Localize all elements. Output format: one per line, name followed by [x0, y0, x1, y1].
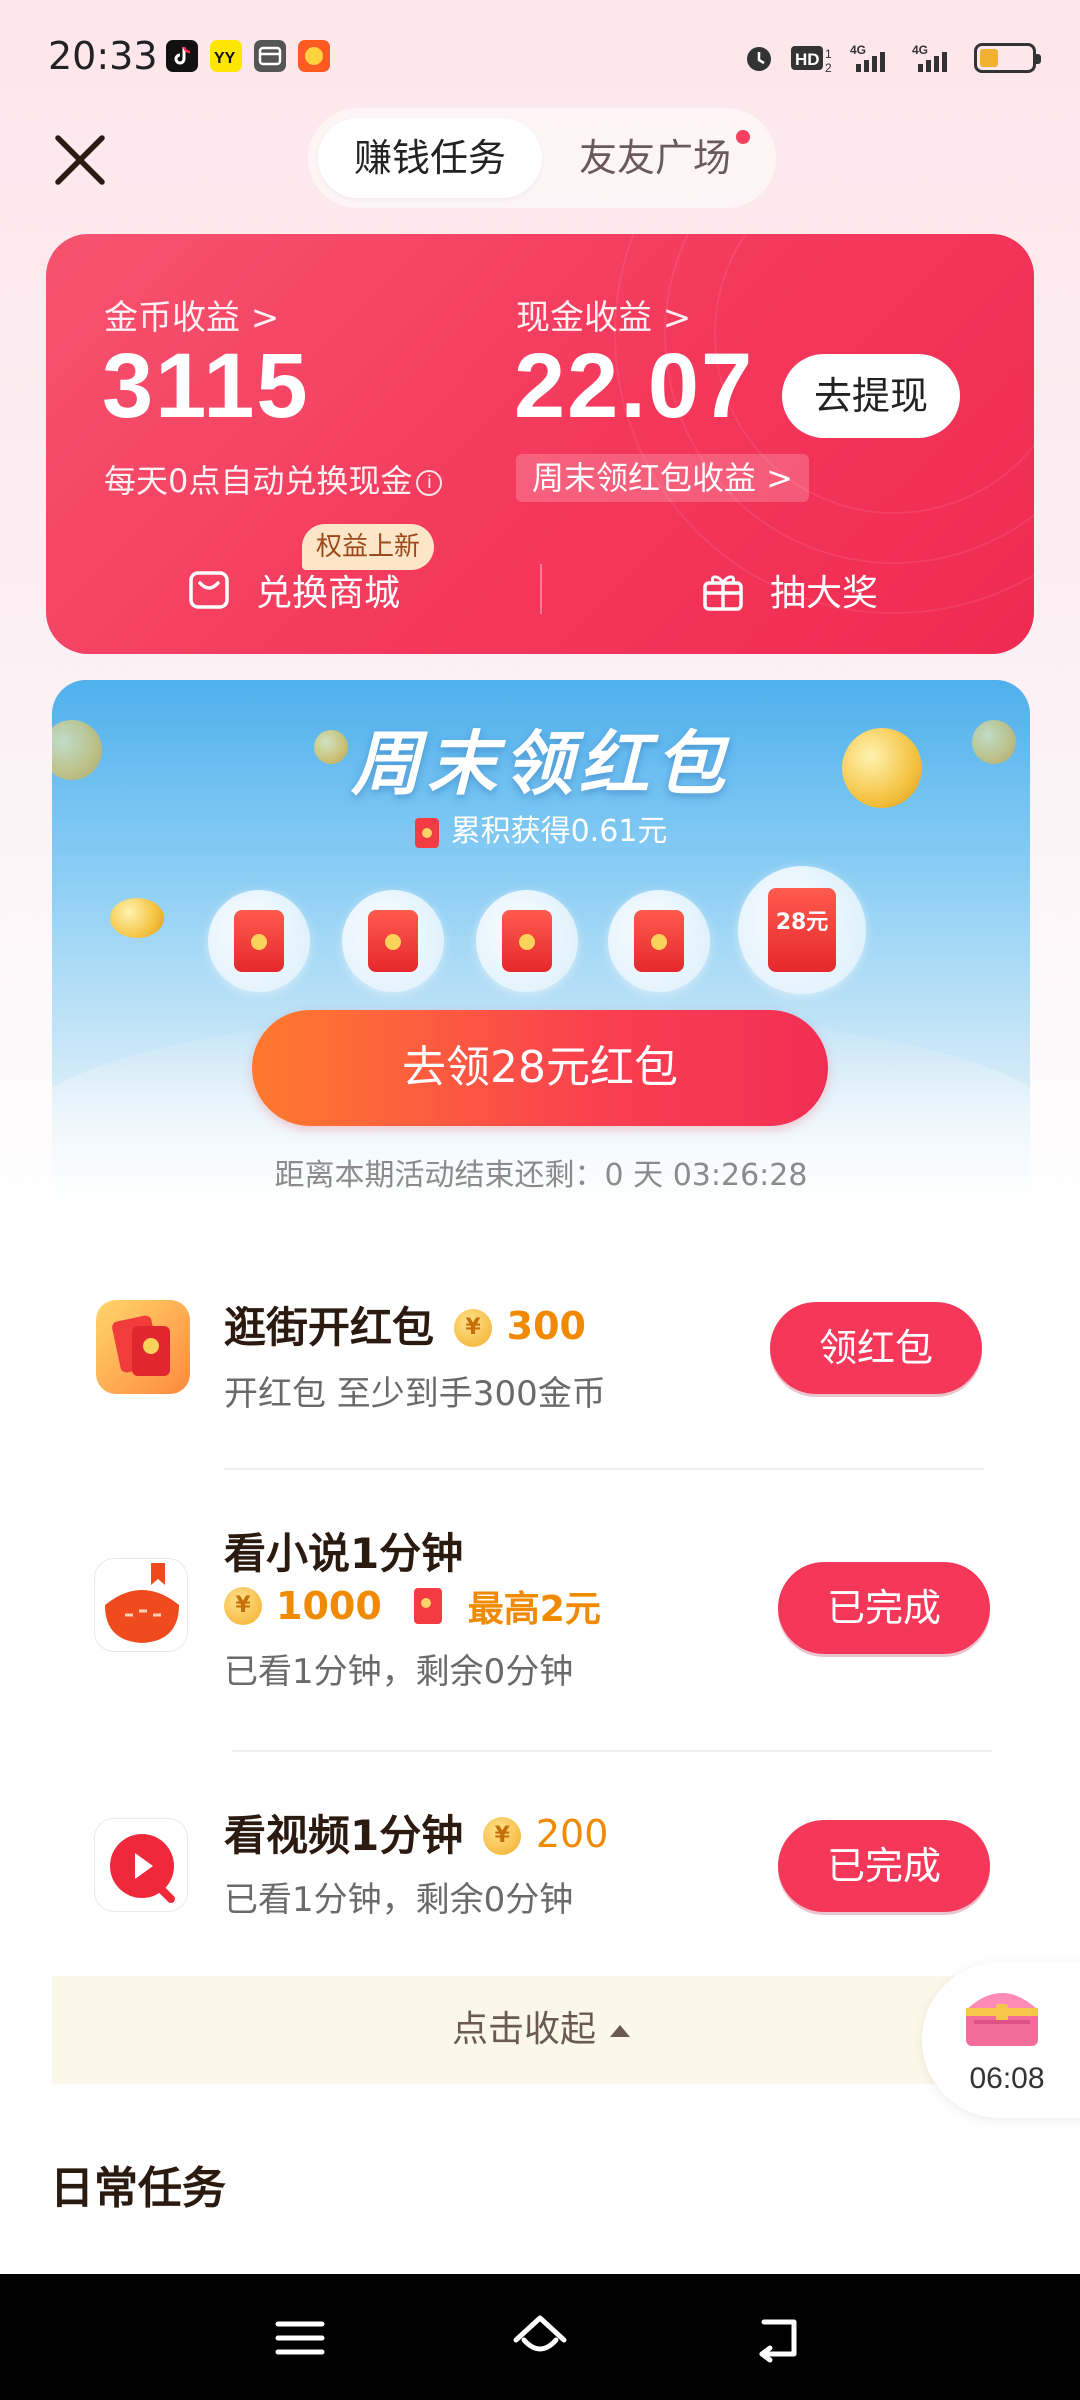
- cash-earnings-label[interactable]: 现金收益 >: [516, 290, 691, 339]
- task-desc: 开红包 至少到手300金币: [224, 1374, 606, 1414]
- coin-reward: 300: [506, 1304, 586, 1348]
- svg-text:4G: 4G: [912, 43, 928, 57]
- novel-app-icon: [94, 1558, 188, 1652]
- withdraw-button[interactable]: 去提现: [782, 354, 960, 438]
- info-icon[interactable]: i: [416, 470, 443, 496]
- coin-reward: 1000: [276, 1584, 382, 1628]
- task-title: 看小说1分钟: [224, 1529, 464, 1578]
- battery-icon: [974, 43, 1041, 73]
- status-right-icons: HD 1 2 4G 4G: [742, 40, 1041, 76]
- task-item-shopping: 逛街开红包 ¥ 300 开红包 至少到手300金币 领红包: [52, 1290, 1030, 1470]
- exchange-mall-label: 兑换商城: [256, 573, 401, 614]
- lottery-button[interactable]: 抽大奖: [700, 564, 878, 616]
- tab-friends-square[interactable]: 友友广场: [544, 118, 766, 198]
- gift-icon: [703, 575, 743, 611]
- red-packet-task-icon: [96, 1300, 190, 1394]
- coin-decoration: [110, 898, 164, 938]
- task-reward: ¥ 200: [483, 1808, 608, 1857]
- red-packet-icon: [413, 1588, 442, 1624]
- treasure-chest-widget[interactable]: 06:08: [922, 1962, 1080, 2118]
- svg-text:HD: HD: [795, 50, 820, 69]
- shop-row: 兑换商城 抽大奖: [46, 534, 1034, 644]
- task-item-video: 看视频1分钟 ¥ 200 已看1分钟，剩余0分钟 已完成: [52, 1798, 1030, 1958]
- status-time: 20:33: [48, 34, 158, 78]
- weekend-earnings-tag[interactable]: 周末领红包收益 >: [516, 454, 809, 502]
- cash-reward: 最高2元: [467, 1589, 601, 1630]
- accumulated-text: 累积获得0.61元: [450, 814, 668, 849]
- banner-title: 周末领红包: [351, 723, 731, 805]
- notification-dot: [736, 130, 750, 144]
- daily-tasks-title: 日常任务: [50, 2163, 226, 2214]
- coin-icon: ¥: [224, 1587, 262, 1625]
- task-reward: ¥ 300: [454, 1300, 586, 1349]
- header-tabs: 赚钱任务 友友广场: [308, 108, 776, 208]
- accumulated-amount: 累积获得0.61元: [52, 806, 1030, 850]
- svg-text:1: 1: [825, 47, 832, 61]
- yy-icon: YY: [210, 40, 242, 72]
- weekend-red-packet-banner[interactable]: 周末领红包 累积获得0.61元 28元 去领28元红包 距离本期活动结束还剩：0…: [52, 680, 1030, 1222]
- menu-icon[interactable]: [270, 2308, 330, 2368]
- red-packet-day: [476, 890, 578, 992]
- task-title-text: 看视频1分钟: [224, 1811, 464, 1860]
- home-icon[interactable]: [510, 2308, 570, 2368]
- divider: [540, 564, 542, 614]
- claim-red-packet-button[interactable]: 去领28元红包: [252, 1010, 828, 1126]
- task-item-novel: 看小说1分钟 ¥ 1000 最高2元 已看1分钟，剩余0分钟 已完成: [52, 1518, 1030, 1718]
- system-nav-bar: [0, 2274, 1080, 2400]
- alarm-icon: [747, 47, 771, 71]
- auto-exchange-text: 每天0点自动兑换现金: [104, 462, 413, 500]
- red-packet-icon: [414, 817, 439, 848]
- back-icon[interactable]: [750, 2308, 810, 2368]
- task-title-text: 逛街开红包: [224, 1303, 435, 1352]
- completed-button[interactable]: 已完成: [778, 1562, 990, 1654]
- svg-text:2: 2: [825, 61, 832, 74]
- separator: [224, 1468, 984, 1470]
- chest-countdown: 06:08: [969, 2062, 1045, 2095]
- caret-up-icon: [610, 2025, 630, 2037]
- red-packet-day: [608, 890, 710, 992]
- shopping-bag-icon: [189, 571, 229, 609]
- earnings-card: 金币收益 > 3115 每天0点自动兑换现金 i 现金收益 > 22.07 去提现…: [46, 234, 1034, 654]
- exchange-mall-button[interactable]: 兑换商城: [186, 564, 400, 616]
- coin-icon: ¥: [483, 1816, 522, 1855]
- cash-earnings-value: 22.07: [514, 335, 755, 437]
- tab-earn-tasks[interactable]: 赚钱任务: [318, 118, 542, 198]
- tiktok-icon: [166, 40, 198, 72]
- task-desc: 已看1分钟，剩余0分钟: [224, 1652, 574, 1692]
- task-desc: 已看1分钟，剩余0分钟: [224, 1880, 574, 1920]
- mall-new-badge: 权益上新: [302, 524, 435, 570]
- red-packet-big: 28元: [738, 866, 866, 994]
- battery-level: [980, 49, 998, 67]
- red-packet-day: [208, 890, 310, 992]
- signal-4g-icon: 4G: [850, 43, 885, 72]
- coin-reward: 200: [535, 1812, 609, 1856]
- taobao-icon: [298, 40, 330, 72]
- svg-text:YY: YY: [214, 50, 236, 67]
- lottery-label: 抽大奖: [770, 573, 879, 614]
- coin-earnings-label[interactable]: 金币收益 >: [104, 290, 279, 339]
- activity-countdown: 距离本期活动结束还剩：0 天 03:26:28: [274, 1158, 808, 1193]
- svg-text:4G: 4G: [850, 43, 866, 57]
- task-title: 逛街开红包 ¥ 300: [224, 1294, 586, 1355]
- video-app-icon: [94, 1818, 188, 1912]
- task-reward-row: ¥ 1000 最高2元: [224, 1580, 601, 1632]
- claim-packet-button[interactable]: 领红包: [770, 1302, 982, 1394]
- completed-button[interactable]: 已完成: [778, 1820, 990, 1912]
- task-title: 看视频1分钟 ¥ 200: [224, 1802, 608, 1863]
- collapse-label: 点击收起: [451, 2009, 596, 2050]
- coin-icon: ¥: [454, 1308, 493, 1347]
- close-icon[interactable]: [48, 128, 112, 192]
- red-packet-day: [342, 890, 444, 992]
- auto-exchange-note: 每天0点自动兑换现金 i: [104, 456, 443, 502]
- coin-earnings-value: 3115: [102, 335, 310, 437]
- wallet-icon: [254, 40, 286, 72]
- status-bar: 20:33 YY HD 1 2 4G 4G: [0, 0, 1080, 116]
- treasure-chest-icon: [966, 1993, 1038, 2046]
- big-packet-amount: 28元: [775, 910, 829, 935]
- collapse-button[interactable]: 点击收起: [52, 1976, 1030, 2084]
- hd-icon: HD 12: [791, 46, 832, 74]
- signal-4g-icon: 4G: [912, 43, 947, 72]
- separator: [232, 1750, 992, 1752]
